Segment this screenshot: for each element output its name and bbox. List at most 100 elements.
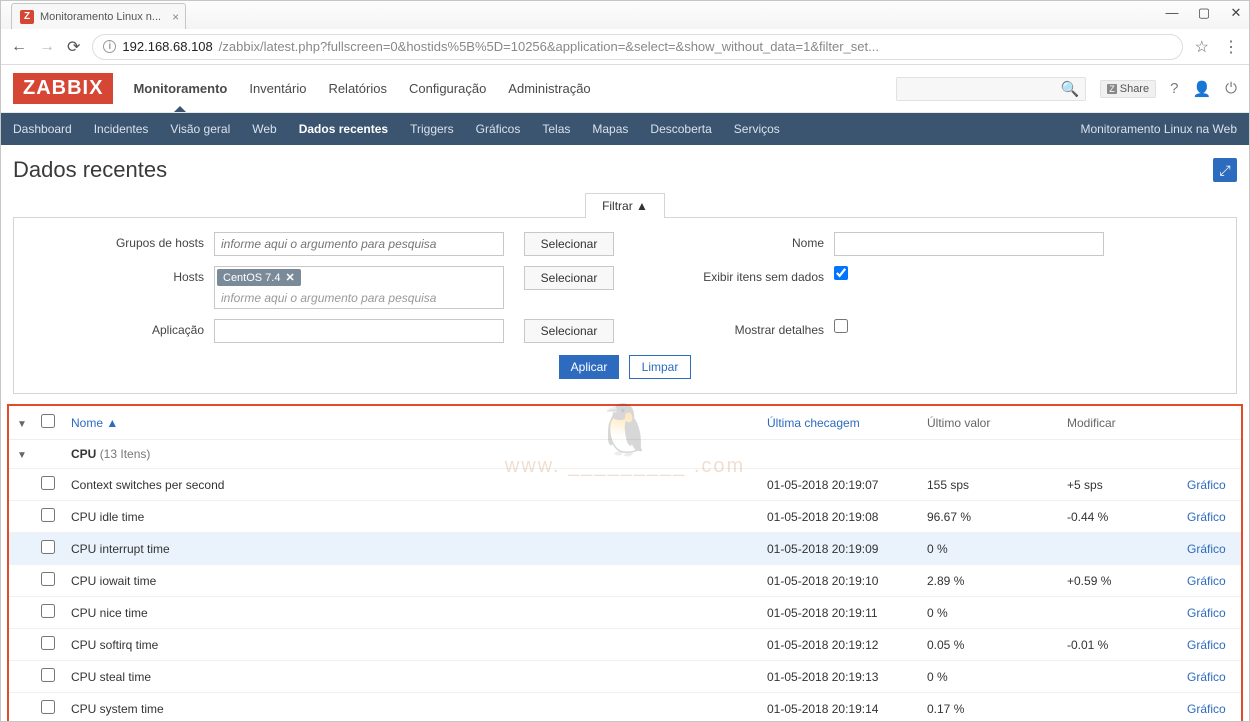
cell-change bbox=[1061, 693, 1181, 722]
subnav-dados-recentes[interactable]: Dados recentes bbox=[299, 122, 388, 136]
row-checkbox[interactable] bbox=[41, 476, 55, 490]
graph-link[interactable]: Gráfico bbox=[1187, 542, 1226, 556]
subnav-incidentes[interactable]: Incidentes bbox=[94, 122, 149, 136]
input-aplicacao[interactable] bbox=[214, 319, 504, 343]
graph-link[interactable]: Gráfico bbox=[1187, 510, 1226, 524]
help-icon[interactable]: ? bbox=[1170, 80, 1178, 97]
row-checkbox[interactable] bbox=[41, 572, 55, 586]
input-nome[interactable] bbox=[834, 232, 1104, 256]
input-grupos[interactable] bbox=[214, 232, 504, 256]
subnav-visao-geral[interactable]: Visão geral bbox=[170, 122, 230, 136]
subnav-servicos[interactable]: Serviços bbox=[734, 122, 780, 136]
page-title: Dados recentes bbox=[13, 157, 167, 183]
cell-last-value: 96.67 % bbox=[921, 501, 1061, 533]
hosts-placeholder: informe aqui o argumento para pesquisa bbox=[215, 288, 503, 308]
power-icon[interactable]: ⏻ bbox=[1225, 80, 1237, 97]
cell-name: CPU iowait time bbox=[65, 565, 761, 597]
checkbox-mostrar-detalhes[interactable] bbox=[834, 319, 848, 333]
menu-icon[interactable]: ⋮ bbox=[1223, 37, 1239, 57]
menu-monitoramento[interactable]: Monitoramento bbox=[133, 81, 227, 96]
cell-last-value: 155 sps bbox=[921, 469, 1061, 501]
graph-link[interactable]: Gráfico bbox=[1187, 702, 1226, 716]
graph-link[interactable]: Gráfico bbox=[1187, 606, 1226, 620]
url-input[interactable]: i 192.168.68.108 /zabbix/latest.php?full… bbox=[92, 34, 1182, 60]
subnav-triggers[interactable]: Triggers bbox=[410, 122, 454, 136]
select-hosts-button[interactable]: Selecionar bbox=[524, 266, 614, 290]
select-all-checkbox[interactable] bbox=[41, 414, 55, 428]
menu-configuracao[interactable]: Configuração bbox=[409, 81, 486, 96]
apply-button[interactable]: Aplicar bbox=[559, 355, 620, 379]
row-checkbox[interactable] bbox=[41, 700, 55, 714]
menu-relatorios[interactable]: Relatórios bbox=[328, 81, 387, 96]
cell-name: CPU interrupt time bbox=[65, 533, 761, 565]
label-aplicacao: Aplicação bbox=[44, 319, 204, 337]
cell-name: Context switches per second bbox=[65, 469, 761, 501]
user-icon[interactable]: 👤 bbox=[1192, 80, 1211, 98]
filter-panel: Filtrar ▲ Grupos de hosts Selecionar Nom… bbox=[13, 193, 1237, 394]
reset-button[interactable]: Limpar bbox=[629, 355, 692, 379]
graph-link[interactable]: Gráfico bbox=[1187, 670, 1226, 684]
cell-change bbox=[1061, 661, 1181, 693]
table-row: CPU system time01-05-2018 20:19:140.17 %… bbox=[9, 693, 1241, 722]
menu-inventario[interactable]: Inventário bbox=[249, 81, 306, 96]
fullscreen-button[interactable]: ⤢ bbox=[1213, 158, 1237, 182]
filter-tab[interactable]: Filtrar ▲ bbox=[585, 193, 665, 218]
select-aplicacao-button[interactable]: Selecionar bbox=[524, 319, 614, 343]
label-exibir-sem-dados: Exibir itens sem dados bbox=[624, 266, 824, 284]
table-group-row[interactable]: ▼CPU (13 Itens) bbox=[9, 440, 1241, 469]
select-grupos-button[interactable]: Selecionar bbox=[524, 232, 614, 256]
row-checkbox[interactable] bbox=[41, 540, 55, 554]
sub-nav: Dashboard Incidentes Visão geral Web Dad… bbox=[1, 113, 1249, 145]
group-name: CPU bbox=[71, 447, 96, 461]
info-icon: i bbox=[103, 40, 116, 53]
collapse-all-icon[interactable]: ▼ bbox=[15, 419, 29, 430]
search-icon: 🔍 bbox=[1061, 80, 1080, 98]
menu-administracao[interactable]: Administração bbox=[508, 81, 590, 96]
zabbix-logo[interactable]: ZABBIX bbox=[13, 73, 113, 104]
share-button[interactable]: ZShare bbox=[1100, 80, 1156, 98]
cell-last-check: 01-05-2018 20:19:10 bbox=[761, 565, 921, 597]
row-checkbox[interactable] bbox=[41, 508, 55, 522]
url-origin: 192.168.68.108 bbox=[122, 39, 212, 54]
cell-last-check: 01-05-2018 20:19:14 bbox=[761, 693, 921, 722]
remove-tag-icon[interactable]: ✕ bbox=[285, 271, 294, 284]
maximize-icon[interactable]: ▢ bbox=[1197, 5, 1211, 21]
row-checkbox[interactable] bbox=[41, 604, 55, 618]
window-controls: — ▢ ✕ bbox=[1165, 5, 1243, 21]
checkbox-exibir-sem-dados[interactable] bbox=[834, 266, 848, 280]
cell-change: -0.01 % bbox=[1061, 629, 1181, 661]
group-collapse-icon[interactable]: ▼ bbox=[15, 450, 29, 461]
close-window-icon[interactable]: ✕ bbox=[1229, 5, 1243, 21]
browser-window: Z Monitoramento Linux n... × — ▢ ✕ ← → ⟳… bbox=[0, 0, 1250, 722]
subnav-descoberta[interactable]: Descoberta bbox=[650, 122, 711, 136]
search-input[interactable]: 🔍 bbox=[896, 77, 1086, 101]
url-path: /zabbix/latest.php?fullscreen=0&hostids%… bbox=[219, 39, 879, 54]
cell-last-value: 0 % bbox=[921, 533, 1061, 565]
graph-link[interactable]: Gráfico bbox=[1187, 638, 1226, 652]
browser-tab[interactable]: Z Monitoramento Linux n... × bbox=[11, 3, 186, 29]
close-icon[interactable]: × bbox=[172, 10, 179, 24]
header-ultimo-valor: Último valor bbox=[927, 416, 990, 430]
cell-last-check: 01-05-2018 20:19:11 bbox=[761, 597, 921, 629]
input-hosts[interactable]: CentOS 7.4✕ informe aqui o argumento par… bbox=[214, 266, 504, 309]
reload-icon[interactable]: ⟳ bbox=[67, 37, 80, 57]
subnav-web[interactable]: Web bbox=[252, 122, 276, 136]
host-tag[interactable]: CentOS 7.4✕ bbox=[217, 269, 301, 286]
header-ultima-checagem[interactable]: Última checagem bbox=[767, 416, 860, 430]
row-checkbox[interactable] bbox=[41, 636, 55, 650]
data-table: ▼ Nome ▲ Última checagem Último valor Mo… bbox=[9, 406, 1241, 721]
minimize-icon[interactable]: — bbox=[1165, 5, 1179, 21]
row-checkbox[interactable] bbox=[41, 668, 55, 682]
bookmark-icon[interactable]: ☆ bbox=[1195, 37, 1209, 57]
header-nome[interactable]: Nome ▲ bbox=[71, 416, 118, 430]
forward-icon[interactable]: → bbox=[39, 38, 55, 56]
subnav-graficos[interactable]: Gráficos bbox=[476, 122, 521, 136]
cell-name: CPU idle time bbox=[65, 501, 761, 533]
back-icon[interactable]: ← bbox=[11, 38, 27, 56]
table-row: CPU nice time01-05-2018 20:19:110 %Gráfi… bbox=[9, 597, 1241, 629]
graph-link[interactable]: Gráfico bbox=[1187, 478, 1226, 492]
subnav-mapas[interactable]: Mapas bbox=[592, 122, 628, 136]
subnav-telas[interactable]: Telas bbox=[542, 122, 570, 136]
graph-link[interactable]: Gráfico bbox=[1187, 574, 1226, 588]
subnav-dashboard[interactable]: Dashboard bbox=[13, 122, 72, 136]
